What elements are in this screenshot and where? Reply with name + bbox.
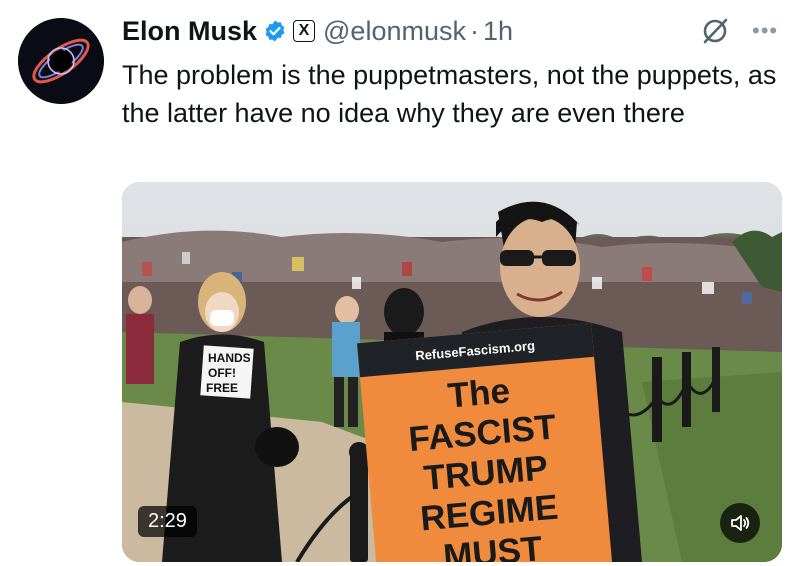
video-duration: 2:29 [138,506,197,537]
small-sign-line-2: OFF! [208,366,236,380]
small-sign-line-3: FREE [206,381,238,395]
avatar[interactable] [18,18,104,104]
grok-icon[interactable] [700,16,730,46]
tweet-text: The problem is the puppetmasters, not th… [122,60,777,128]
verified-badge-icon [263,19,287,43]
volume-button[interactable] [720,503,760,543]
volume-icon [731,515,750,531]
more-icon[interactable]: ••• [752,18,778,44]
small-sign-line-1: HANDS [208,351,251,365]
x-badge-icon: X [293,20,316,42]
author-handle[interactable]: @elonmusk [323,16,466,47]
separator-dot: · [469,15,479,46]
sign-line-1: The [446,371,511,415]
video-thumbnail: HANDS OFF! FREE RefuseFascism.org The FA… [122,182,782,562]
timestamp[interactable]: 1h [483,16,513,47]
tweet-header: Elon Musk X @elonmusk · 1h [122,14,513,48]
video-media[interactable]: HANDS OFF! FREE RefuseFascism.org The FA… [122,182,782,562]
author-name[interactable]: Elon Musk [122,16,257,47]
